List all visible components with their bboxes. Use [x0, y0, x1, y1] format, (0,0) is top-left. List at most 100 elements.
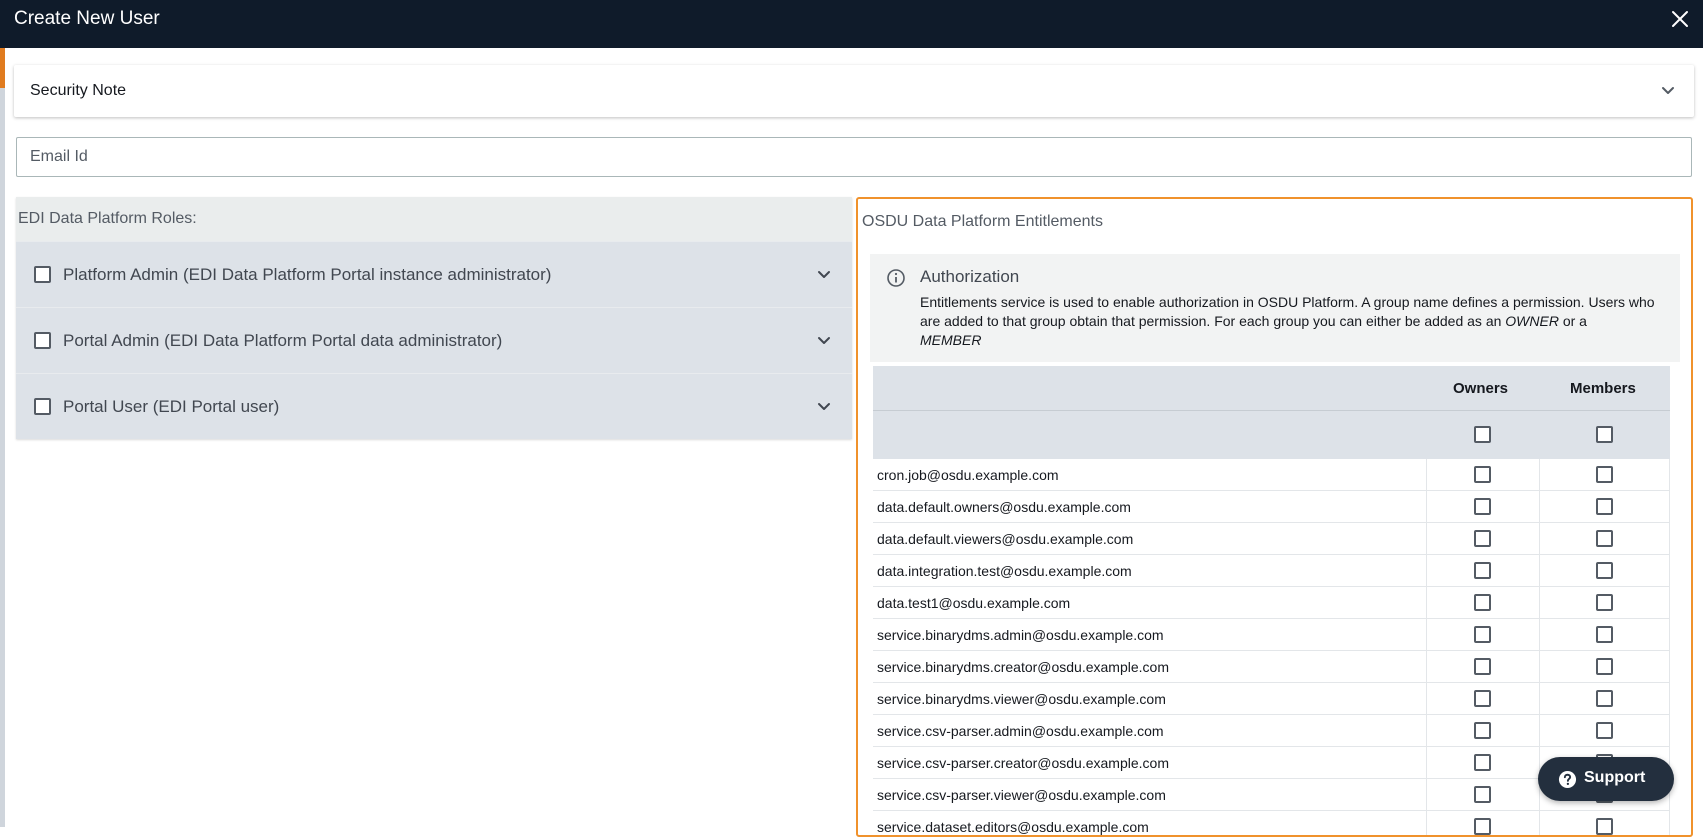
support-button[interactable]: Support	[1538, 757, 1674, 801]
accent-strip	[0, 48, 5, 88]
owner-checkbox[interactable]	[1474, 594, 1491, 611]
table-row: service.dataset.editors@osdu.example.com	[873, 811, 1670, 835]
role-item-platform-admin[interactable]: Platform Admin (EDI Data Platform Portal…	[16, 241, 852, 307]
owner-checkbox[interactable]	[1474, 530, 1491, 547]
table-row: service.csv-parser.admin@osdu.example.co…	[873, 715, 1670, 747]
member-checkbox[interactable]	[1596, 690, 1613, 707]
role-label: Platform Admin (EDI Data Platform Portal…	[63, 265, 552, 284]
entitlement-group-name: data.integration.test@osdu.example.com	[877, 563, 1132, 579]
role-checkbox[interactable]	[34, 266, 51, 283]
authorization-title: Authorization	[920, 267, 1020, 286]
entitlement-group-name: service.binarydms.viewer@osdu.example.co…	[877, 691, 1166, 707]
table-row: service.binarydms.viewer@osdu.example.co…	[873, 683, 1670, 715]
entitlement-group-name: service.csv-parser.creator@osdu.example.…	[877, 755, 1169, 771]
info-icon	[886, 268, 906, 288]
owner-checkbox[interactable]	[1474, 754, 1491, 771]
table-row: data.test1@osdu.example.com	[873, 587, 1670, 619]
column-divider	[1539, 555, 1540, 587]
column-divider	[1539, 683, 1540, 715]
owner-checkbox[interactable]	[1474, 466, 1491, 483]
column-divider	[1669, 715, 1670, 747]
email-field[interactable]	[17, 138, 1691, 176]
column-divider	[1669, 587, 1670, 619]
entitlement-group-name: service.binarydms.admin@osdu.example.com	[877, 627, 1164, 643]
column-divider	[1426, 651, 1427, 683]
owner-checkbox[interactable]	[1474, 626, 1491, 643]
table-header: Owners Members	[873, 366, 1670, 411]
column-divider	[1539, 651, 1540, 683]
table-row: data.default.owners@osdu.example.com	[873, 491, 1670, 523]
owner-checkbox[interactable]	[1474, 498, 1491, 515]
authorization-text: Entitlements service is used to enable a…	[920, 294, 1655, 348]
column-divider	[1426, 779, 1427, 811]
security-note-label: Security Note	[30, 82, 127, 99]
column-divider	[1669, 459, 1670, 491]
column-divider	[1539, 715, 1540, 747]
role-label: Portal Admin (EDI Data Platform Portal d…	[63, 331, 503, 350]
help-circle-icon	[1558, 770, 1577, 789]
column-divider	[1426, 491, 1427, 523]
table-row: cron.job@osdu.example.com	[873, 459, 1670, 491]
member-checkbox[interactable]	[1596, 562, 1613, 579]
chevron-down-icon[interactable]	[816, 399, 832, 415]
entitlement-group-name: service.csv-parser.admin@osdu.example.co…	[877, 723, 1164, 739]
background-edge	[0, 48, 5, 827]
select-all-members-checkbox[interactable]	[1596, 426, 1613, 443]
column-divider	[1539, 491, 1540, 523]
column-divider	[1426, 619, 1427, 651]
chevron-down-icon[interactable]	[816, 267, 832, 283]
column-divider	[1539, 811, 1540, 835]
owner-checkbox[interactable]	[1474, 658, 1491, 675]
column-divider	[1426, 811, 1427, 835]
owners-column-header: Owners	[1453, 380, 1509, 397]
role-checkbox[interactable]	[34, 398, 51, 415]
column-divider	[1669, 683, 1670, 715]
chevron-down-icon[interactable]	[816, 333, 832, 349]
dialog-title: Create New User	[14, 8, 160, 29]
column-divider	[1669, 619, 1670, 651]
entitlement-group-name: service.csv-parser.viewer@osdu.example.c…	[877, 787, 1166, 803]
column-divider	[1426, 459, 1427, 491]
table-row: service.binarydms.admin@osdu.example.com	[873, 619, 1670, 651]
role-item-portal-user[interactable]: Portal User (EDI Portal user)	[16, 373, 852, 439]
members-column-header: Members	[1570, 380, 1636, 397]
column-divider	[1539, 523, 1540, 555]
security-note-expander[interactable]: Security Note	[14, 65, 1694, 117]
close-icon[interactable]	[1667, 6, 1693, 32]
table-row: data.integration.test@osdu.example.com	[873, 555, 1670, 587]
member-checkbox[interactable]	[1596, 530, 1613, 547]
owner-checkbox[interactable]	[1474, 786, 1491, 803]
member-checkbox[interactable]	[1596, 594, 1613, 611]
member-checkbox[interactable]	[1596, 658, 1613, 675]
column-divider	[1669, 491, 1670, 523]
column-divider	[1426, 747, 1427, 779]
member-checkbox[interactable]	[1596, 722, 1613, 739]
entitlement-group-name: data.test1@osdu.example.com	[877, 595, 1071, 611]
entitlement-group-name: data.default.viewers@osdu.example.com	[877, 531, 1134, 547]
table-row: data.default.viewers@osdu.example.com	[873, 523, 1670, 555]
column-divider	[1669, 555, 1670, 587]
column-divider	[1426, 587, 1427, 619]
owner-checkbox[interactable]	[1474, 690, 1491, 707]
roles-heading: EDI Data Platform Roles:	[18, 210, 197, 227]
role-checkbox[interactable]	[34, 332, 51, 349]
select-all-owners-checkbox[interactable]	[1474, 426, 1491, 443]
entitlement-group-name: cron.job@osdu.example.com	[877, 467, 1059, 483]
role-item-portal-admin[interactable]: Portal Admin (EDI Data Platform Portal d…	[16, 307, 852, 373]
member-checkbox[interactable]	[1596, 498, 1613, 515]
owner-checkbox[interactable]	[1474, 722, 1491, 739]
entitlement-group-name: service.binarydms.creator@osdu.example.c…	[877, 659, 1169, 675]
column-divider	[1539, 459, 1540, 491]
entitlements-panel: OSDU Data Platform Entitlements Authoriz…	[856, 197, 1693, 837]
column-divider	[1669, 651, 1670, 683]
column-divider	[1539, 619, 1540, 651]
member-checkbox[interactable]	[1596, 626, 1613, 643]
column-divider	[1669, 811, 1670, 835]
column-divider	[1426, 683, 1427, 715]
member-checkbox[interactable]	[1596, 466, 1613, 483]
column-divider	[1426, 523, 1427, 555]
chevron-down-icon	[1660, 83, 1676, 99]
column-divider	[1539, 587, 1540, 619]
role-label: Portal User (EDI Portal user)	[63, 397, 280, 416]
owner-checkbox[interactable]	[1474, 562, 1491, 579]
